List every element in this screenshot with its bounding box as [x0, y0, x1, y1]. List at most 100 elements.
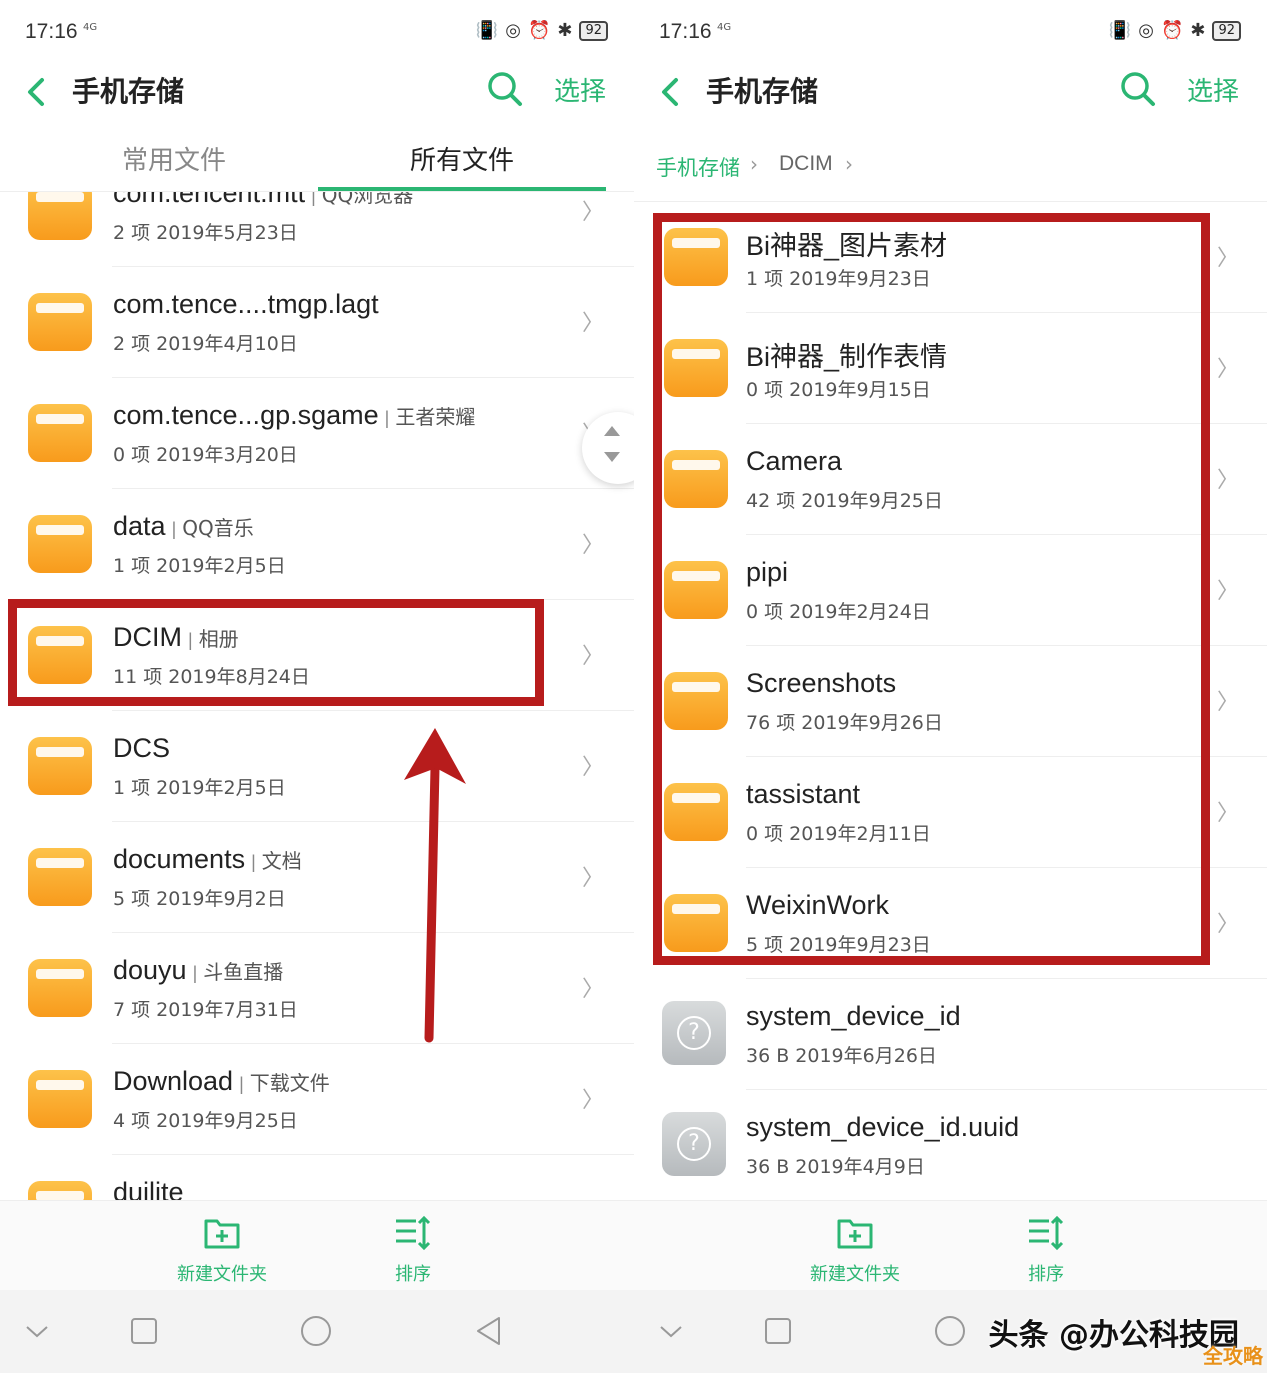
back-icon[interactable] [656, 72, 686, 112]
list-item[interactable]: com.tencent.mtt | QQ浏览器 2 项 2019年5月23日 〉 [0, 192, 634, 267]
nav-recents-icon[interactable] [127, 1314, 161, 1348]
folder-icon [28, 1181, 92, 1201]
chevron-right-icon: 〉 [581, 977, 604, 1002]
sort-button[interactable]: 排序 [1018, 1215, 1074, 1286]
unknown-file-icon: ? [662, 1001, 726, 1065]
new-folder-button[interactable]: 新建文件夹 [808, 1215, 902, 1286]
list-item[interactable]: douyu | 斗鱼直播 7 项 2019年7月31日 〉 [0, 933, 634, 1044]
folder-icon [28, 192, 92, 240]
search-icon[interactable] [486, 70, 524, 108]
chevron-right-icon: 〉 [1216, 801, 1239, 826]
chevron-right-icon: 〉 [1216, 579, 1239, 604]
navigation-bar [0, 1290, 634, 1373]
list-item[interactable]: duilite [0, 1155, 634, 1201]
alarm-icon: ⏰ [527, 20, 551, 41]
item-name: Download | 下载文件 [113, 1066, 330, 1096]
battery-icon: 92 [1212, 20, 1241, 41]
status-bar: 17:16 4G 📳 ◎ ⏰ ✱ 92 [634, 0, 1267, 62]
chevron-right-icon: 〉 [581, 755, 604, 780]
folder-icon [28, 737, 92, 795]
item-name: com.tence....tmgp.lagt [113, 289, 379, 319]
page-title: 手机存储 [72, 75, 185, 108]
sort-label: 排序 [1028, 1264, 1064, 1285]
title-bar: 手机存储 选择 [0, 62, 634, 122]
bottom-action-bar: 新建文件夹 排序 [0, 1200, 634, 1290]
item-meta: 7 项 2019年7月31日 [113, 999, 298, 1021]
tab-all-files[interactable]: 所有文件 [410, 142, 514, 180]
chevron-right-icon: 〉 [581, 866, 604, 891]
chevron-right-icon: 〉 [1216, 468, 1239, 493]
sort-icon [1029, 1215, 1064, 1251]
network-indicator: 4G [83, 22, 98, 33]
list-item[interactable]: com.tence....tmgp.lagt 2 项 2019年4月10日 〉 [0, 267, 634, 378]
item-meta: 4 项 2019年9月25日 [113, 1110, 298, 1132]
item-name: duilite [113, 1177, 184, 1201]
chevron-right-icon: 〉 [581, 1088, 604, 1113]
item-name: documents | 文档 [113, 844, 302, 874]
nav-home-icon[interactable] [933, 1314, 967, 1348]
new-folder-icon [204, 1219, 240, 1249]
item-name: data | QQ音乐 [113, 511, 254, 541]
back-icon[interactable] [22, 72, 52, 112]
item-name: douyu | 斗鱼直播 [113, 955, 284, 985]
up-arrow-annotation [404, 728, 466, 1043]
item-meta: 5 项 2019年9月2日 [113, 888, 286, 910]
sort-label: 排序 [395, 1264, 431, 1285]
search-icon[interactable] [1119, 70, 1157, 108]
chevron-right-icon: 〉 [1216, 357, 1239, 382]
new-folder-button[interactable]: 新建文件夹 [175, 1215, 269, 1286]
status-icons: 📳 ◎ ⏰ ✱ 92 [1109, 20, 1241, 41]
folders-highlight-box [653, 213, 1210, 965]
alarm-icon: ⏰ [1160, 20, 1184, 41]
new-folder-label: 新建文件夹 [177, 1264, 267, 1285]
breadcrumb-root[interactable]: 手机存储 [656, 152, 740, 182]
page-title: 手机存储 [706, 75, 819, 108]
dcim-highlight-box [8, 599, 544, 706]
nav-home-icon[interactable] [299, 1314, 333, 1348]
list-item[interactable]: Download | 下载文件 4 项 2019年9月25日 〉 [0, 1044, 634, 1155]
sync-icon: ◎ [505, 20, 521, 41]
folder-icon [28, 404, 92, 462]
item-meta: 1 项 2019年2月5日 [113, 777, 286, 799]
chevron-right-icon: › [845, 152, 853, 176]
list-item[interactable]: data | QQ音乐 1 项 2019年2月5日 〉 [0, 489, 634, 600]
breadcrumb-current[interactable]: DCIM [779, 152, 833, 176]
folder-icon [28, 959, 92, 1017]
chevron-right-icon: 〉 [581, 533, 604, 558]
list-item[interactable]: DCS 1 项 2019年2月5日 〉 [0, 711, 634, 822]
corner-watermark: 全攻略 [1203, 1344, 1263, 1368]
status-bar: 17:16 4G 📳 ◎ ⏰ ✱ 92 [0, 0, 634, 62]
network-indicator: 4G [717, 22, 732, 33]
scroll-down-icon [604, 452, 620, 462]
folder-icon [28, 293, 92, 351]
item-name: system_device_id [746, 1001, 961, 1031]
vibrate-icon: 📳 [475, 20, 499, 41]
list-item-file[interactable]: ? system_device_id.uuid 36 B 2019年4月9日 [634, 1090, 1267, 1201]
list-item[interactable]: documents | 文档 5 项 2019年9月2日 〉 [0, 822, 634, 933]
nav-recents-icon[interactable] [761, 1314, 795, 1348]
bottom-action-bar: 新建文件夹 排序 [634, 1200, 1267, 1290]
select-button[interactable]: 选择 [554, 72, 606, 112]
chevron-right-icon: 〉 [581, 311, 604, 336]
status-time: 17:16 [659, 20, 712, 43]
bluetooth-icon: ✱ [1190, 20, 1206, 41]
new-folder-icon [837, 1219, 873, 1249]
new-folder-label: 新建文件夹 [810, 1264, 900, 1285]
folder-icon [28, 515, 92, 573]
sort-button[interactable]: 排序 [385, 1215, 441, 1286]
folder-icon [28, 1070, 92, 1128]
chevron-right-icon: 〉 [1216, 912, 1239, 937]
battery-icon: 92 [579, 20, 608, 41]
chevron-right-icon: 〉 [581, 644, 604, 669]
bluetooth-icon: ✱ [557, 20, 573, 41]
item-meta: 1 项 2019年2月5日 [113, 555, 286, 577]
item-meta: 36 B 2019年4月9日 [746, 1156, 925, 1178]
tab-common-files[interactable]: 常用文件 [122, 142, 226, 180]
nav-back-icon[interactable] [472, 1314, 506, 1348]
nav-collapse-icon[interactable] [20, 1314, 54, 1348]
select-button[interactable]: 选择 [1187, 72, 1239, 112]
list-item[interactable]: com.tence...gp.sgame | 王者荣耀 0 项 2019年3月20日… [0, 378, 634, 489]
nav-collapse-icon[interactable] [654, 1314, 688, 1348]
item-name: com.tencent.mtt | QQ浏览器 [113, 192, 414, 208]
list-item-file[interactable]: ? system_device_id 36 B 2019年6月26日 [634, 979, 1267, 1090]
